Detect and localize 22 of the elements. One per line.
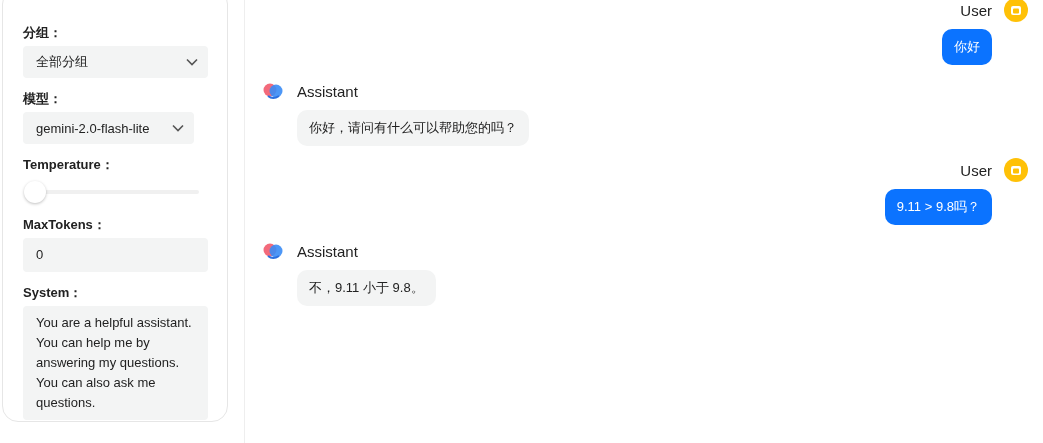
chevron-down-icon	[186, 58, 198, 66]
sender-name: Assistant	[297, 242, 358, 260]
field-label: 模型：	[23, 90, 62, 108]
sender-name: User	[960, 1, 992, 19]
avatar-icon	[1004, 158, 1028, 182]
slider-thumb[interactable]	[24, 181, 46, 203]
message-bubble: 你好，请问有什么可以帮助您的吗？	[297, 110, 529, 146]
field-label: System：	[23, 284, 83, 302]
message-bubble: 不，9.11 小于 9.8。	[297, 270, 436, 306]
field-label: Temperature：	[23, 156, 114, 174]
model-select[interactable]: gemini-2.0-flash-lite	[23, 112, 194, 144]
sender-name: User	[960, 161, 992, 179]
group-select[interactable]: 全部分组	[23, 46, 208, 78]
sender-name: Assistant	[297, 82, 358, 100]
field-label: MaxTokens：	[23, 216, 106, 234]
field-label: 分组：	[23, 24, 62, 42]
temperature-slider[interactable]	[24, 180, 199, 204]
message-bubble: 9.11 > 9.8吗？	[884, 189, 992, 225]
max-tokens-field[interactable]: 0	[23, 238, 208, 272]
message-bubble: 你好	[942, 29, 992, 65]
system-prompt-field[interactable]: You are a helpful assistant. You can help me by answering my questions. You can also ask me questions.	[23, 306, 208, 420]
chevron-down-icon	[172, 124, 184, 132]
